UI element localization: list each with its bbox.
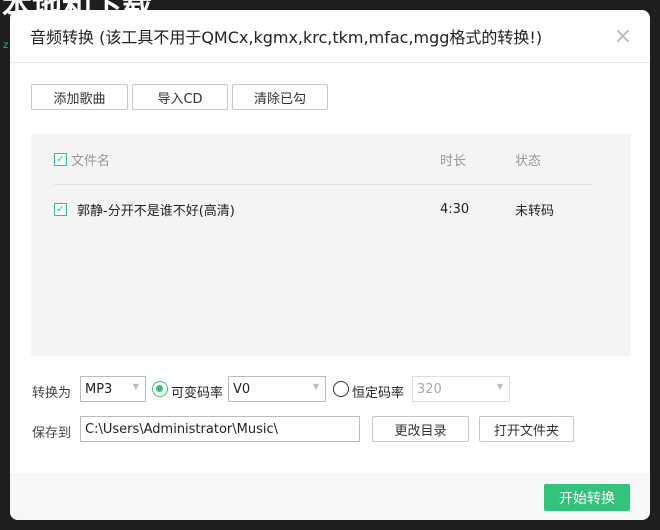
header-duration: 时长: [440, 153, 467, 169]
row-checkbox[interactable]: ✓: [54, 203, 67, 216]
vbr-label: 可变码率: [171, 386, 224, 401]
convert-label: 转换为: [32, 386, 72, 401]
chevron-down-icon: ▼: [496, 382, 503, 391]
header-name: 文件名: [71, 153, 111, 169]
vbr-value: V0: [233, 381, 251, 397]
row-status: 未转码: [515, 204, 555, 219]
start-convert-button[interactable]: 开始转换: [544, 484, 630, 511]
change-dir-button[interactable]: 更改目录: [372, 416, 469, 442]
add-song-button[interactable]: 添加歌曲: [31, 84, 128, 110]
file-list: ✓ 文件名 时长 状态 ✓ 郭静-分开不是谁不好(高清) 4:30 未转码: [31, 134, 631, 356]
close-icon[interactable]: ×: [614, 24, 632, 49]
cbr-value: 320: [417, 381, 442, 397]
save-path-input[interactable]: C:\Users\Administrator\Music\: [80, 416, 360, 442]
select-all-checkbox[interactable]: ✓: [54, 152, 67, 166]
header-status: 状态: [515, 153, 542, 169]
format-value: MP3: [85, 381, 113, 397]
clear-checked-button[interactable]: 清除已勾: [232, 84, 328, 110]
row-duration: 4:30: [440, 202, 470, 217]
vbr-select[interactable]: V0 ▼: [228, 376, 326, 402]
cbr-radio[interactable]: [333, 381, 349, 397]
background-side-text: z: [3, 40, 9, 51]
dialog-footer: 开始转换: [10, 473, 650, 520]
vbr-radio[interactable]: [152, 381, 168, 397]
chevron-down-icon: ▼: [132, 382, 139, 391]
row-name: 郭静-分开不是谁不好(高清): [77, 204, 235, 219]
table-row[interactable]: ✓ 郭静-分开不是谁不好(高清) 4:30 未转码: [54, 200, 594, 219]
list-header: ✓ 文件名 时长 状态: [54, 152, 594, 169]
format-select[interactable]: MP3 ▼: [80, 376, 146, 402]
audio-convert-dialog: 音频转换 (该工具不用于QMCx,kgmx,krc,tkm,mfac,mgg格式…: [10, 10, 650, 520]
import-cd-button[interactable]: 导入CD: [132, 84, 228, 110]
dialog-title: 音频转换 (该工具不用于QMCx,kgmx,krc,tkm,mfac,mgg格式…: [10, 10, 650, 63]
chevron-down-icon: ▼: [312, 382, 319, 391]
save-label: 保存到: [32, 426, 72, 441]
open-folder-button[interactable]: 打开文件夹: [479, 416, 574, 442]
cbr-label: 恒定码率: [352, 386, 405, 401]
cbr-select[interactable]: 320 ▼: [412, 376, 510, 402]
